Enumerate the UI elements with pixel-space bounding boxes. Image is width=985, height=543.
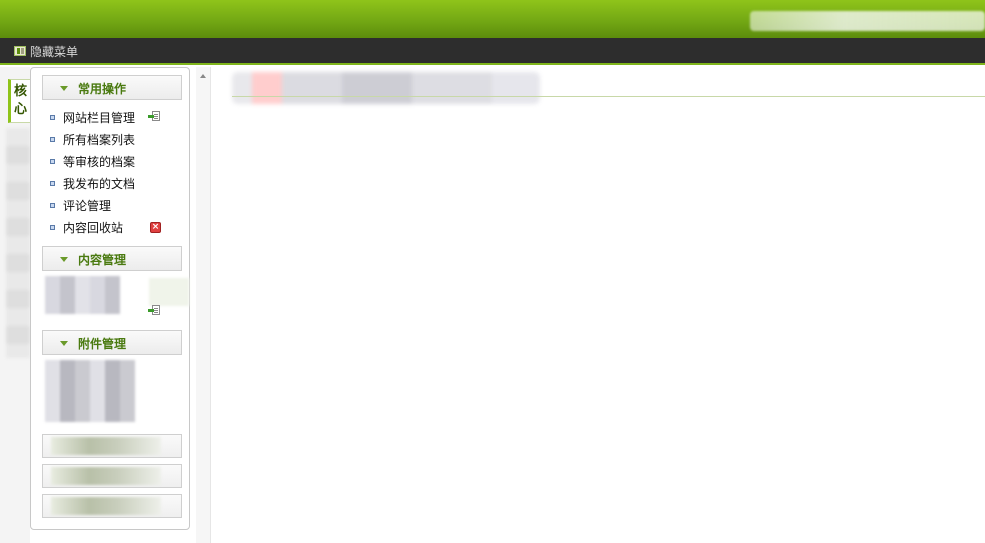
sidebar-item-site-columns[interactable]: 网站栏目管理 xyxy=(50,108,135,126)
bullet-icon xyxy=(50,180,55,186)
section-title: 常用操作 xyxy=(78,82,127,96)
bullet-icon xyxy=(50,224,55,230)
sidebar-item-comments[interactable]: 评论管理 xyxy=(50,196,111,214)
button-label-redacted xyxy=(51,467,161,485)
sidebar-item-recycle-bin[interactable]: 内容回收站 xyxy=(50,218,123,236)
section-header-content[interactable]: 内容管理 xyxy=(42,246,182,271)
title-divider xyxy=(232,96,985,97)
sidebar-item-all-archives[interactable]: 所有档案列表 xyxy=(50,130,135,148)
chevron-down-icon xyxy=(60,86,68,91)
bullet-icon xyxy=(50,114,55,120)
sidebar-menu-panel: 常用操作 网站栏目管理 所有档案列表 等审核的档案 我发布的文档 评论管理 内容… xyxy=(30,67,190,530)
collapse-up-icon[interactable] xyxy=(200,74,206,78)
add-icon[interactable] xyxy=(148,305,160,316)
section-title: 附件管理 xyxy=(78,337,127,351)
bottom-section-button[interactable] xyxy=(42,464,182,488)
tab-core[interactable]: 核心 xyxy=(8,79,30,123)
chevron-down-icon xyxy=(60,257,68,262)
header-user-info-redacted xyxy=(750,11,985,31)
top-header-bar xyxy=(0,0,985,38)
hide-menu-label: 隐藏菜单 xyxy=(30,44,79,59)
main-content-area xyxy=(212,67,985,543)
bottom-section-button[interactable] xyxy=(42,434,182,458)
content-items-redacted xyxy=(45,276,120,314)
section-title: 内容管理 xyxy=(78,253,127,267)
section-header-attachments[interactable]: 附件管理 xyxy=(42,330,182,355)
sidebar-item-label: 内容回收站 xyxy=(63,220,124,235)
button-label-redacted xyxy=(51,437,161,455)
section-header-common[interactable]: 常用操作 xyxy=(42,75,182,100)
other-tabs-redacted xyxy=(6,128,30,358)
attachment-items-redacted xyxy=(45,360,135,422)
delete-icon[interactable]: × xyxy=(150,222,161,233)
bullet-icon xyxy=(50,202,55,208)
sidebar-item-label: 等审核的档案 xyxy=(63,154,136,169)
button-label-redacted xyxy=(51,497,161,515)
sidebar-item-label: 评论管理 xyxy=(63,198,112,213)
hide-menu-button[interactable]: 隐藏菜单 xyxy=(14,43,78,59)
sidebar-item-label: 我发布的文档 xyxy=(63,176,136,191)
sidebar-item-pending-review[interactable]: 等审核的档案 xyxy=(50,152,135,170)
sidebar-item-my-documents[interactable]: 我发布的文档 xyxy=(50,174,135,192)
add-icon[interactable] xyxy=(148,111,160,122)
bottom-section-button[interactable] xyxy=(42,494,182,518)
content-title-redacted xyxy=(232,72,540,104)
sidebar-item-label: 网站栏目管理 xyxy=(63,110,136,125)
bullet-icon xyxy=(50,136,55,142)
panel-splitter[interactable] xyxy=(196,67,211,543)
chevron-down-icon xyxy=(60,341,68,346)
panel-toggle-icon xyxy=(14,46,26,56)
bullet-icon xyxy=(50,158,55,164)
content-item-redacted xyxy=(149,278,189,306)
menu-toolbar: 隐藏菜单 xyxy=(0,38,985,65)
sidebar-item-label: 所有档案列表 xyxy=(63,132,136,147)
